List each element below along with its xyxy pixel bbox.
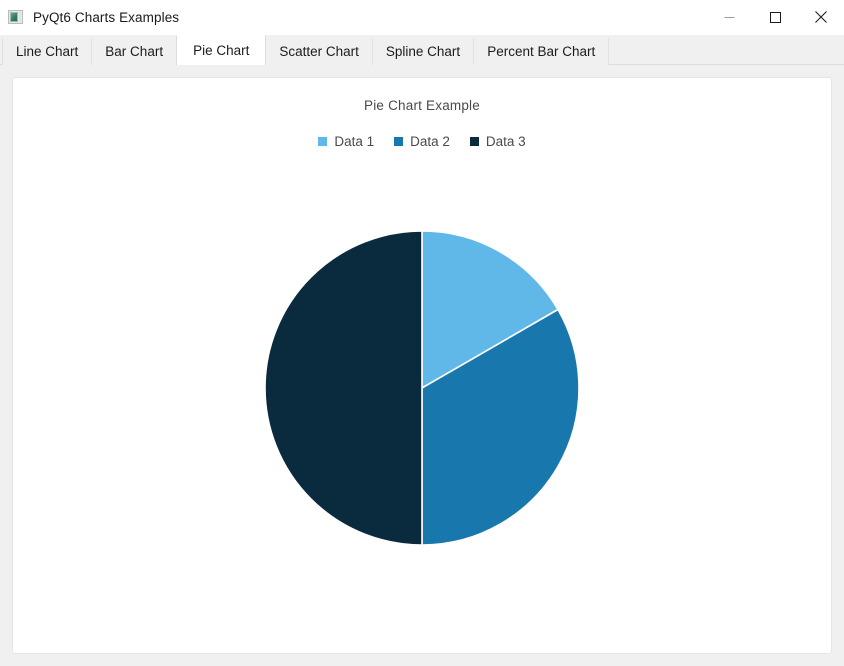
- pie-chart-area: [13, 168, 831, 653]
- legend-item-data-1[interactable]: Data 1: [318, 134, 374, 149]
- legend-label: Data 3: [485, 134, 526, 149]
- maximize-button[interactable]: [752, 0, 798, 34]
- chart-panel: Pie Chart Example Data 1 Data 2 Data 3: [12, 77, 832, 654]
- tab-label: Spline Chart: [385, 44, 461, 59]
- legend-label: Data 1: [334, 134, 375, 149]
- tab-pie-chart[interactable]: Pie Chart: [176, 35, 267, 65]
- legend-item-data-3[interactable]: Data 3: [469, 134, 526, 149]
- app-icon-accent: [19, 12, 21, 22]
- tab-scatter-chart[interactable]: Scatter Chart: [265, 38, 373, 65]
- window-controls: [706, 0, 844, 34]
- tab-bar: Line Chart Bar Chart Pie Chart Scatter C…: [0, 35, 844, 65]
- pie-slice-3[interactable]: [264, 230, 423, 546]
- tab-spline-chart[interactable]: Spline Chart: [371, 38, 475, 65]
- app-icon: [8, 9, 24, 25]
- minimize-button[interactable]: [706, 0, 752, 34]
- legend-marker-icon: [394, 137, 404, 146]
- tab-line-chart[interactable]: Line Chart: [2, 38, 93, 65]
- legend-marker-icon: [469, 137, 479, 146]
- title-bar: PyQt6 Charts Examples: [0, 0, 844, 35]
- tab-bar-chart[interactable]: Bar Chart: [91, 38, 178, 65]
- tab-label: Percent Bar Chart: [487, 44, 596, 59]
- pie-chart[interactable]: [257, 228, 587, 558]
- tab-label: Pie Chart: [193, 43, 250, 58]
- legend-label: Data 2: [410, 134, 450, 149]
- chart-title: Pie Chart Example: [364, 98, 480, 113]
- application-window: PyQt6 Charts Examples Line Chart Bar Cha…: [0, 0, 844, 666]
- tab-label: Bar Chart: [105, 44, 164, 59]
- tab-label: Line Chart: [16, 44, 79, 59]
- tab-percent-bar-chart[interactable]: Percent Bar Chart: [473, 38, 610, 65]
- app-icon-glyph: [10, 12, 18, 22]
- legend-item-data-2[interactable]: Data 2: [394, 134, 450, 149]
- window-title: PyQt6 Charts Examples: [33, 9, 180, 25]
- content-area: Pie Chart Example Data 1 Data 2 Data 3: [0, 65, 844, 666]
- legend-marker-icon: [318, 137, 328, 146]
- chart-legend: Data 1 Data 2 Data 3: [13, 134, 831, 149]
- close-button[interactable]: [798, 0, 844, 34]
- tab-label: Scatter Chart: [279, 44, 359, 59]
